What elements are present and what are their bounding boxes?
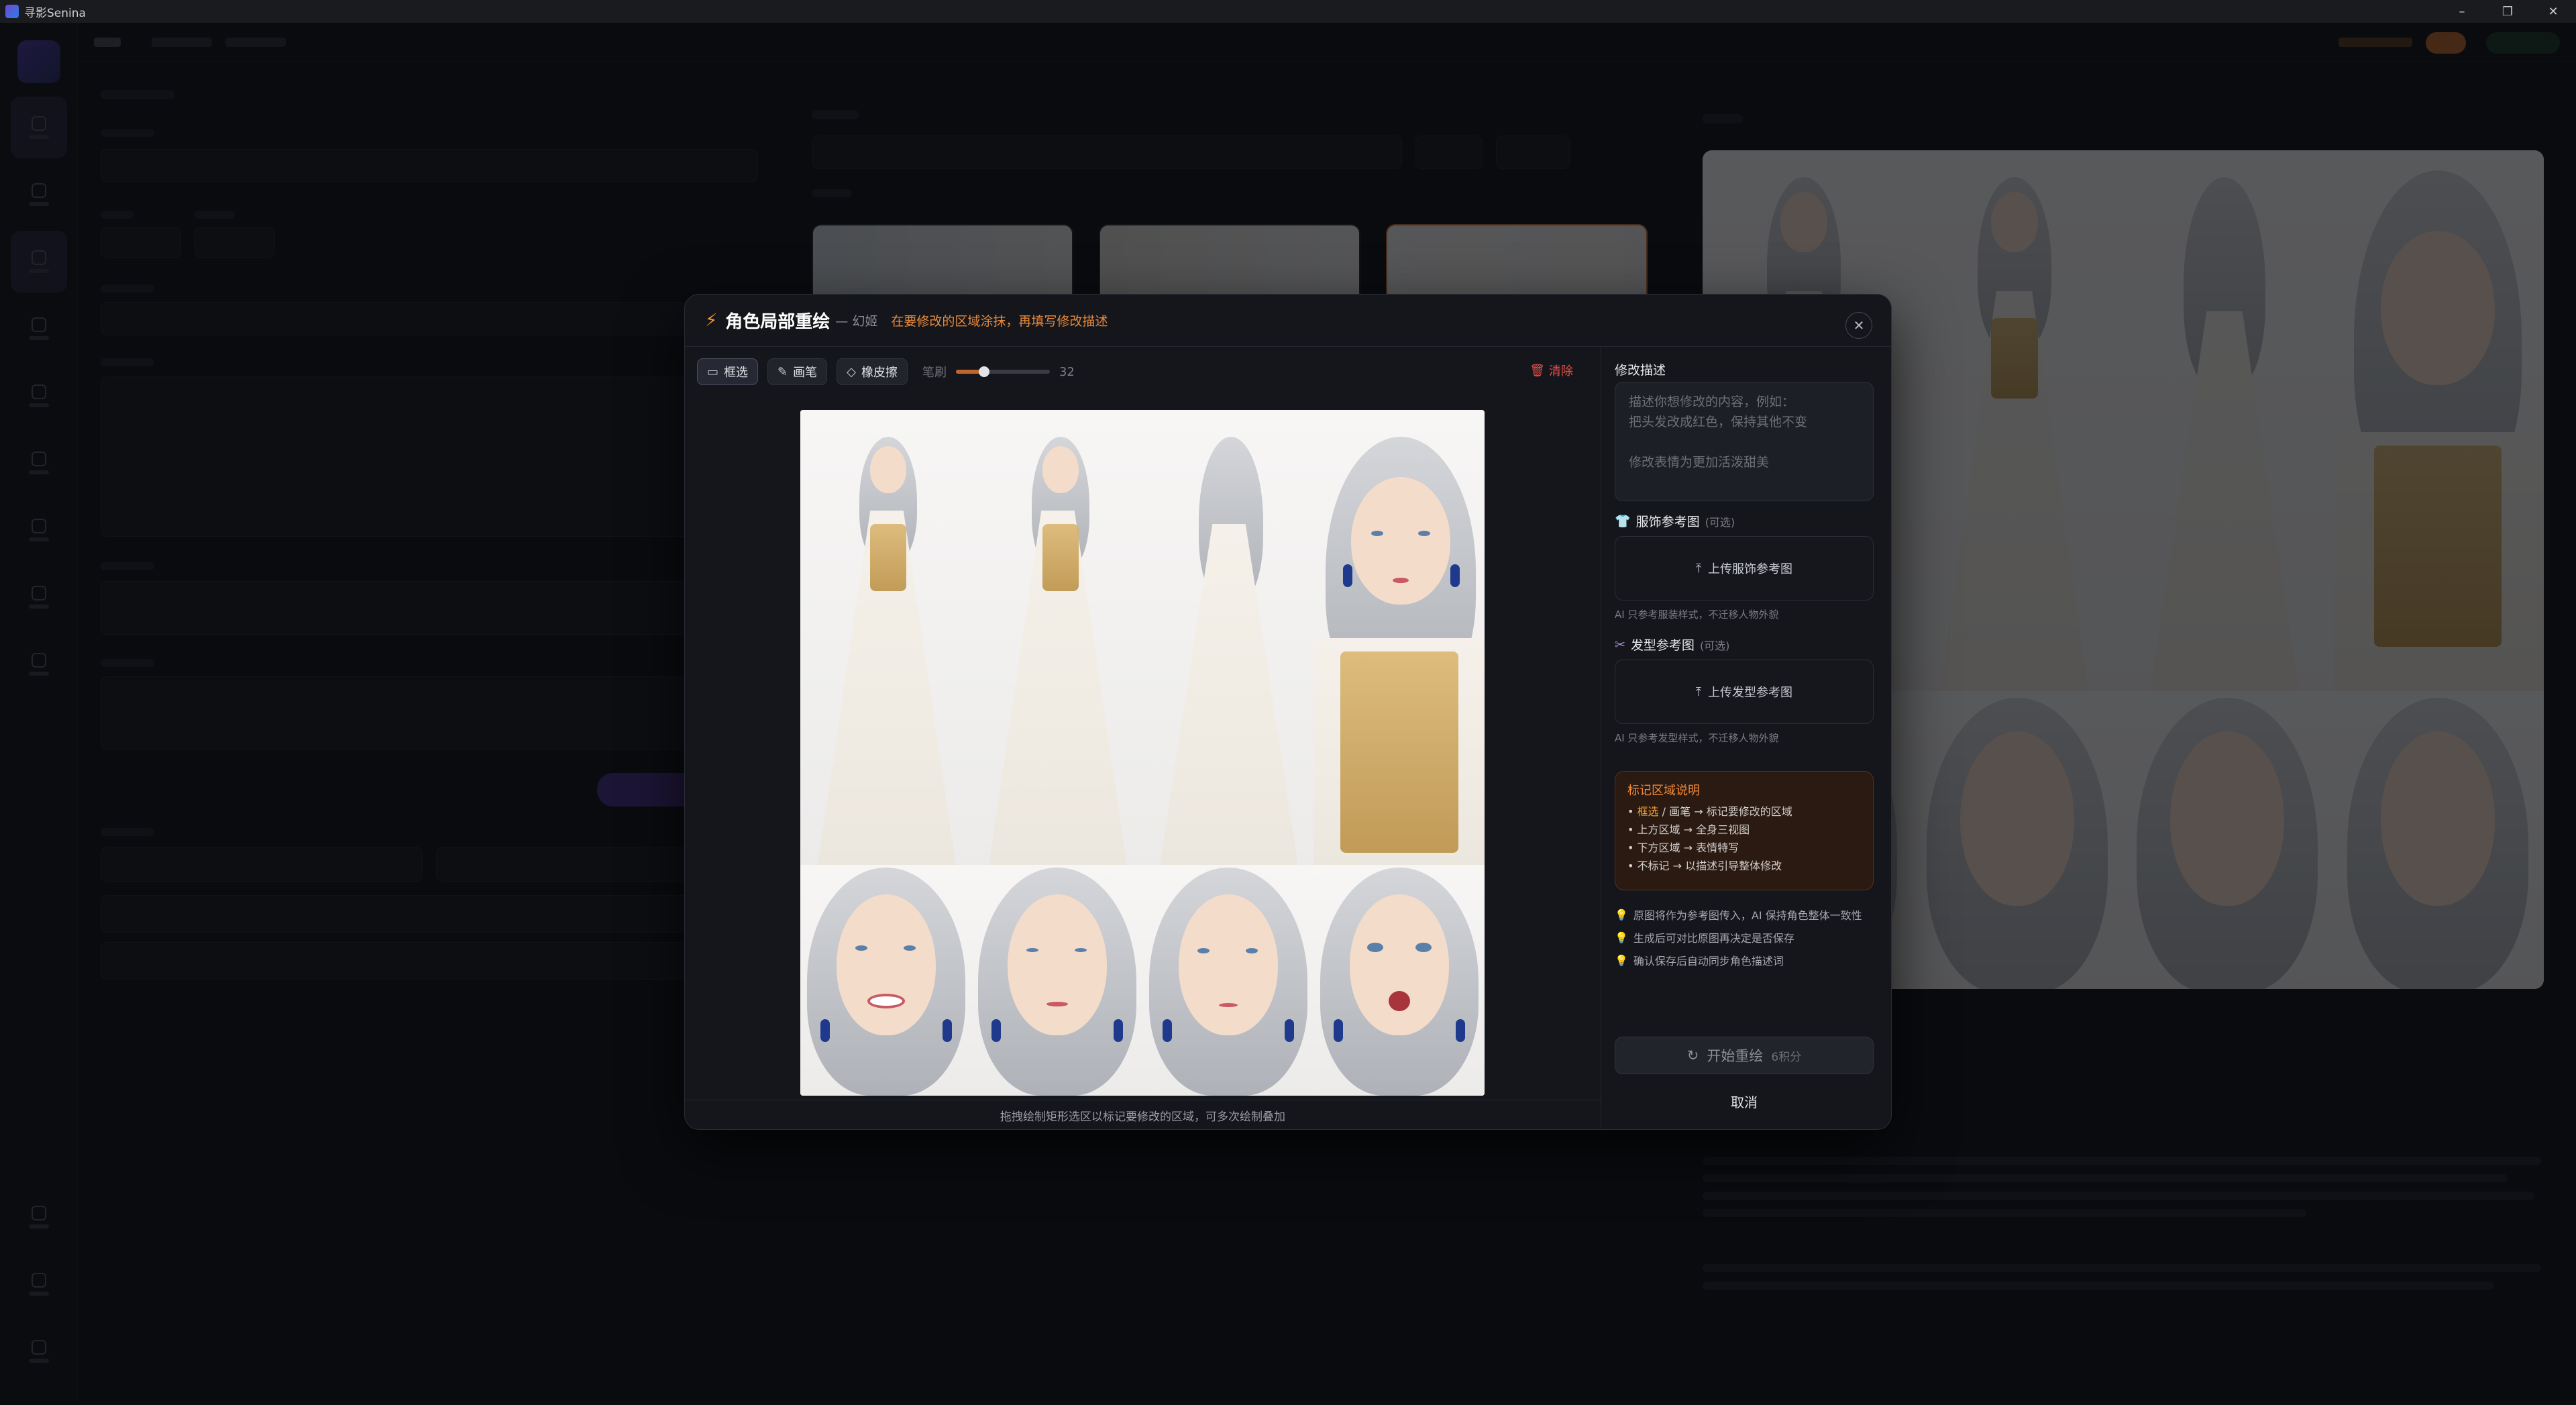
tip-item: 💡 确认保存后自动同步角色描述词 xyxy=(1615,953,1784,968)
lightbulb-icon: 💡 xyxy=(1615,931,1628,944)
brush-size-value: 32 xyxy=(1059,364,1075,379)
close-window-icon[interactable]: ✕ xyxy=(2530,0,2576,23)
eraser-tool-button[interactable]: ◇ 橡皮擦 xyxy=(837,358,908,385)
brush-tool-button[interactable]: ✎ 画笔 xyxy=(767,358,828,385)
window-controls: – ❐ ✕ xyxy=(2439,0,2576,23)
character-sheet-canvas[interactable] xyxy=(800,410,1485,1096)
app-title: 寻影Senina xyxy=(24,6,86,20)
marking-title: 标记区域说明 xyxy=(1627,784,1700,798)
brush-size-slider[interactable] xyxy=(955,366,1050,377)
inpaint-modal: ⚡ 角色局部重绘 — 幻姬 在要修改的区域涂抹，再填写修改描述 ✕ ▭ 框选 ✎… xyxy=(684,294,1892,1130)
modal-subtitle: — 幻姬 xyxy=(835,314,878,329)
marking-instructions: 标记区域说明 • 框选 / 画笔 → 标记要修改的区域 • 上方区域 → 全身三… xyxy=(1615,771,1874,890)
rect-select-icon: ▭ xyxy=(707,364,719,379)
shirt-icon: 👕 xyxy=(1615,514,1631,529)
brush-size-knob[interactable] xyxy=(978,366,989,377)
lightbulb-icon: 💡 xyxy=(1615,953,1628,967)
start-repaint-button[interactable]: ↻ 开始重绘 6积分 xyxy=(1615,1037,1874,1074)
lightning-icon: ⚡ xyxy=(705,310,718,331)
outfit-upload-button[interactable]: ⤒ 上传服饰参考图 xyxy=(1615,536,1874,601)
hair-note: AI 只参考发型样式，不迁移人物外貌 xyxy=(1615,732,1779,744)
edit-side-panel: 修改描述 描述你想修改的内容，例如： 把头发改成红色，保持其他不变 修改表情为更… xyxy=(1615,360,1880,1118)
marking-line: • 下方区域 → 表情特写 xyxy=(1627,841,1739,854)
marking-line: • 上方区域 → 全身三视图 xyxy=(1627,823,1750,836)
rect-select-tool-button[interactable]: ▭ 框选 xyxy=(697,358,759,385)
scissors-icon: ✂ xyxy=(1615,637,1625,652)
eraser-icon: ◇ xyxy=(847,364,856,379)
refresh-icon: ↻ xyxy=(1686,1047,1699,1063)
marking-line: • 框选 / 画笔 → 标记要修改的区域 xyxy=(1627,805,1792,818)
window-titlebar: 寻影Senina – ❐ ✕ xyxy=(0,0,2576,23)
modal-hint: 在要修改的区域涂抹，再填写修改描述 xyxy=(891,314,1108,329)
cost-label: 6积分 xyxy=(1771,1050,1802,1064)
edit-description-label: 修改描述 xyxy=(1615,363,1666,378)
clear-label: 清除 xyxy=(1549,364,1573,378)
marking-line: • 不标记 → 以描述引导整体修改 xyxy=(1627,860,1782,872)
edit-description-textarea[interactable]: 描述你想修改的内容，例如： 把头发改成红色，保持其他不变 修改表情为更加活泼甜美… xyxy=(1615,382,1874,501)
restore-icon[interactable]: ❐ xyxy=(2485,0,2530,23)
upload-icon: ⤒ xyxy=(1696,561,1701,576)
canvas-area: ▭ 框选 ✎ 画笔 ◇ 橡皮擦 笔刷 32 🗑 清除 拖拽绘制矩形选区以标记要修… xyxy=(685,347,1601,1129)
brush-icon: ✎ xyxy=(777,364,788,379)
rect-select-label: 框选 xyxy=(724,366,749,380)
paint-toolbar: ▭ 框选 ✎ 画笔 ◇ 橡皮擦 笔刷 32 🗑 清除 xyxy=(697,356,1589,387)
brush-size-label: 笔刷 xyxy=(922,366,947,380)
modal-title: 角色局部重绘 xyxy=(725,312,830,332)
clear-button[interactable]: 🗑 清除 xyxy=(1529,362,1573,379)
eraser-label: 橡皮擦 xyxy=(861,366,898,380)
app-logo-icon xyxy=(5,5,19,18)
close-icon[interactable]: ✕ xyxy=(1845,312,1872,339)
hair-reference-label: ✂ 发型参考图 (可选) xyxy=(1615,637,1730,654)
upload-icon: ⤒ xyxy=(1696,684,1701,699)
lightbulb-icon: 💡 xyxy=(1615,908,1628,921)
brush-label: 画笔 xyxy=(793,366,818,380)
outfit-note: AI 只参考服装样式，不迁移人物外貌 xyxy=(1615,609,1779,621)
modal-header: ⚡ 角色局部重绘 — 幻姬 在要修改的区域涂抹，再填写修改描述 ✕ xyxy=(685,295,1891,347)
hair-upload-button[interactable]: ⤒ 上传发型参考图 xyxy=(1615,660,1874,724)
trash-icon: 🗑 xyxy=(1529,363,1545,378)
cancel-button[interactable]: 取消 xyxy=(1615,1088,1874,1114)
tip-item: 💡 原图将作为参考图传入，AI 保持角色整体一致性 xyxy=(1615,908,1862,923)
canvas-footer-hint: 拖拽绘制矩形选区以标记要修改的区域，可多次绘制叠加 xyxy=(685,1100,1601,1129)
outfit-reference-label: 👕 服饰参考图 (可选) xyxy=(1615,514,1735,529)
minimize-icon[interactable]: – xyxy=(2439,0,2485,23)
tip-item: 💡 生成后可对比原图再决定是否保存 xyxy=(1615,931,1794,945)
